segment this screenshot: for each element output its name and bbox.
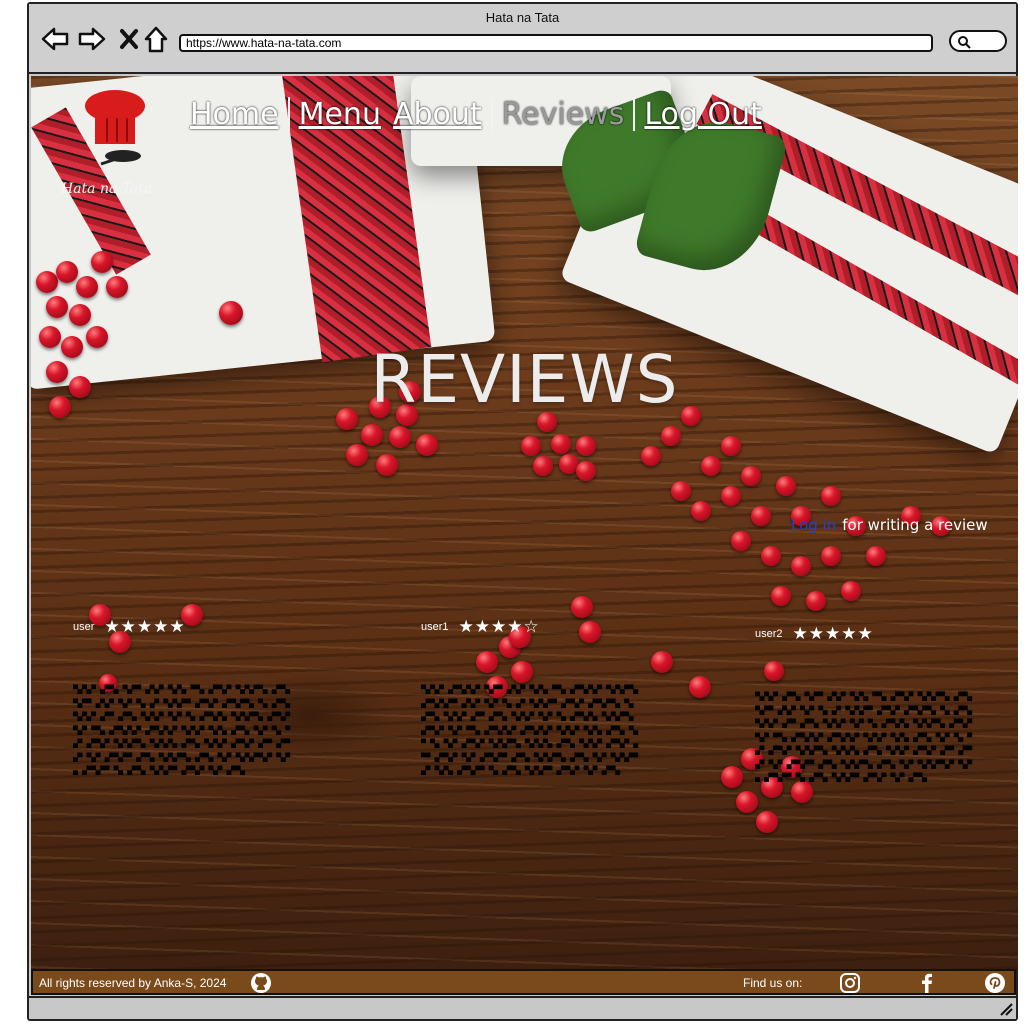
berry <box>691 501 711 521</box>
berry <box>69 304 91 326</box>
berry <box>571 596 593 618</box>
berry <box>701 456 721 476</box>
review-stars: ★★★★★ <box>104 617 186 636</box>
berry <box>776 476 796 496</box>
login-link[interactable]: Log in <box>791 516 836 534</box>
berry <box>721 436 741 456</box>
review-card: user2 ★★★★★ ▀▄▀▄▀ ▄▀▀▄ ▀▄▀▀ ▄▀▄▀ ▀▄▀▄ ▀▀… <box>755 623 975 785</box>
berry <box>761 546 781 566</box>
berry <box>376 454 398 476</box>
berry <box>731 531 751 551</box>
berry <box>36 271 58 293</box>
nav-separator <box>633 97 636 131</box>
instagram-icon[interactable] <box>839 972 861 994</box>
review-card: user ★★★★★ ▀▄▀▄▀ ▄▀▀▄ ▀▄▀▀ ▄▀▄▀ ▀▄▀▄ ▀▀▄… <box>73 616 293 778</box>
logo-text: Hata na Tata <box>61 181 153 197</box>
login-prompt: Log in for writing a review <box>791 516 988 534</box>
nav-logout[interactable]: Log Out <box>638 97 768 132</box>
berry <box>821 546 841 566</box>
berry <box>219 301 243 325</box>
page-title: REVIEWS <box>370 341 679 418</box>
berry <box>756 811 778 833</box>
berry <box>689 676 711 698</box>
berry <box>791 556 811 576</box>
berry <box>416 434 438 456</box>
berry <box>346 444 368 466</box>
berry <box>551 434 571 454</box>
nav-about[interactable]: About <box>387 97 488 132</box>
nav-separator <box>287 97 290 131</box>
footer-copyright: All rights reserved by Anka-S, 2024 <box>39 976 227 990</box>
berry <box>821 486 841 506</box>
berry <box>771 586 791 606</box>
forward-arrow-icon[interactable] <box>77 24 107 54</box>
review-card: user1 ★★★★☆ ▀▄▀▄▀ ▄▀▀▄▀▄▀ ▀▄▀▀ ▄▀▄▀ ▀▄▀▄… <box>421 616 641 778</box>
address-bar[interactable]: https://www.hata-na-tata.com <box>179 34 933 52</box>
browser-window: Hata na Tata https://www.hata-na-tata.co… <box>27 2 1018 1021</box>
status-bar <box>29 996 1016 1019</box>
berry <box>641 446 661 466</box>
berry <box>866 546 886 566</box>
nav-menu[interactable]: Menu <box>293 97 387 132</box>
berry <box>751 506 771 526</box>
review-stars: ★★★★★ <box>792 624 874 643</box>
site-footer: All rights reserved by Anka-S, 2024 Find… <box>31 969 1016 995</box>
title-bar: Hata na Tata https://www.hata-na-tata.co… <box>29 4 1016 74</box>
review-text-blurred: ▀▄▀▄▀ ▄▀▀▄ ▀▄▀▀ ▄▀▄▀ ▀▄▀▄ ▀▀▄ ▄▀▀▄▀ ▀▄▀▄… <box>73 685 290 775</box>
berry <box>841 581 861 601</box>
berry <box>661 426 681 446</box>
review-text-blurred: ▀▄▀▄▀ ▄▀▀▄▀▄▀ ▀▄▀▀ ▄▀▄▀ ▀▄▀▄ ▀▀▄ ▄▀▀▄▀▄▀… <box>421 685 638 775</box>
berry <box>521 436 541 456</box>
berry <box>736 791 758 813</box>
review-username: user1 <box>421 621 449 633</box>
main-nav: Home Menu About Reviews Log Out <box>184 94 768 134</box>
login-prompt-text: for writing a review <box>842 516 988 534</box>
berry <box>741 466 761 486</box>
berry <box>671 481 691 501</box>
berry <box>576 436 596 456</box>
berry <box>361 424 383 446</box>
home-icon[interactable] <box>141 24 171 54</box>
review-stars: ★★★★☆ <box>458 617 540 636</box>
resize-grip-icon[interactable] <box>999 1002 1013 1016</box>
github-icon[interactable] <box>250 972 272 994</box>
nav-separator <box>490 97 493 131</box>
berry <box>389 426 411 448</box>
berry <box>46 296 68 318</box>
page-viewport: Hata na Tata Home Menu About Reviews Log… <box>31 76 1018 969</box>
berry <box>76 276 98 298</box>
review-username: user <box>73 621 95 633</box>
berry <box>806 591 826 611</box>
nav-reviews[interactable]: Reviews <box>496 97 631 132</box>
back-arrow-icon[interactable] <box>40 24 70 54</box>
search-box[interactable] <box>949 30 1007 52</box>
review-username: user2 <box>755 628 783 640</box>
berry <box>721 766 743 788</box>
berry <box>533 456 553 476</box>
search-icon <box>958 36 971 49</box>
berry <box>651 651 673 673</box>
window-title: Hata na Tata <box>485 10 560 25</box>
berry <box>106 276 128 298</box>
footer-find-us: Find us on: <box>743 976 803 990</box>
berry <box>91 251 113 273</box>
berry <box>721 486 741 506</box>
nav-home[interactable]: Home <box>184 97 285 132</box>
review-text-blurred: ▀▄▀▄▀ ▄▀▀▄ ▀▄▀▀ ▄▀▄▀ ▀▄▀▄ ▀▀▄ ▄▀▀▄▀ ▀▄▀▄… <box>755 692 972 782</box>
facebook-icon[interactable] <box>916 972 938 994</box>
berry <box>576 461 596 481</box>
berry <box>56 261 78 283</box>
pinterest-icon[interactable] <box>984 972 1006 994</box>
